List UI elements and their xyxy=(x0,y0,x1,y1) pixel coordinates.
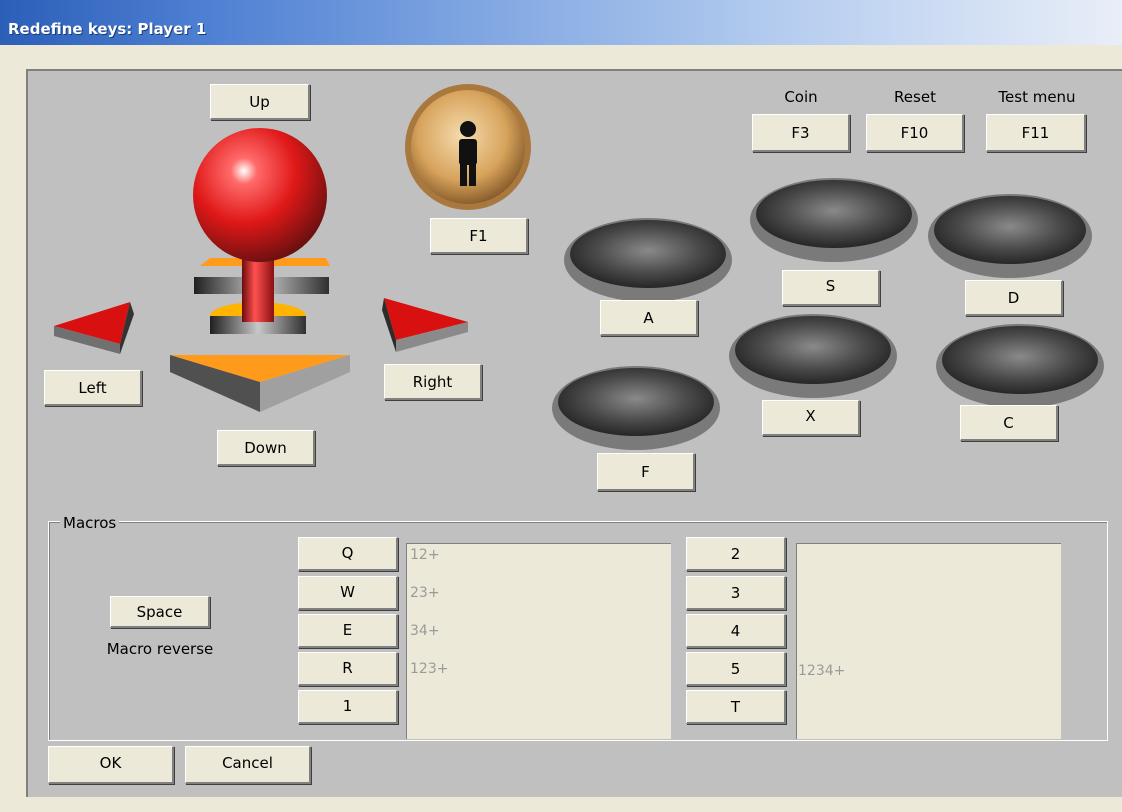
reset-key[interactable]: F10 xyxy=(866,114,964,152)
button-f-key[interactable]: F xyxy=(597,453,695,491)
window-title: Redefine keys: Player 1 xyxy=(8,20,207,38)
macro-key-t[interactable]: T xyxy=(686,690,786,724)
macro-reverse-label: Macro reverse xyxy=(106,640,214,658)
macro-value: 12+ xyxy=(410,547,440,563)
macro-key-e[interactable]: E xyxy=(298,614,398,648)
macro-key-w[interactable]: W xyxy=(298,576,398,610)
macro-text-area-left[interactable] xyxy=(406,543,671,739)
macro-value: 1234+ xyxy=(798,663,846,679)
macro-value: 34+ xyxy=(410,623,440,639)
macro-key-1[interactable]: 1 xyxy=(298,690,398,724)
joystick-icon xyxy=(170,128,350,412)
reset-label: Reset xyxy=(894,88,936,106)
macro-key-r[interactable]: R xyxy=(298,652,398,686)
right-key[interactable]: Right xyxy=(384,364,482,400)
button-d-key[interactable]: D xyxy=(965,280,1063,316)
right-arrow-icon xyxy=(382,298,468,352)
macro-key-4[interactable]: 4 xyxy=(686,614,786,648)
button-s-key[interactable]: S xyxy=(782,270,880,306)
up-key[interactable]: Up xyxy=(210,84,310,120)
cancel-button[interactable]: Cancel xyxy=(185,746,311,784)
macro-text-area-right[interactable] xyxy=(796,543,1061,739)
macro-key-3[interactable]: 3 xyxy=(686,576,786,610)
ok-button[interactable]: OK xyxy=(48,746,174,784)
button-c-key[interactable]: C xyxy=(960,405,1058,441)
start-key[interactable]: F1 xyxy=(430,218,528,254)
down-key[interactable]: Down xyxy=(217,430,315,466)
macro-value: 123+ xyxy=(410,661,449,677)
macro-value: 23+ xyxy=(410,585,440,601)
button-a-key[interactable]: A xyxy=(600,300,698,336)
macro-reverse-key[interactable]: Space xyxy=(110,596,210,628)
test-menu-label: Test menu xyxy=(998,88,1076,106)
left-arrow-icon xyxy=(54,302,134,354)
macro-key-2[interactable]: 2 xyxy=(686,537,786,571)
test-menu-key[interactable]: F11 xyxy=(986,114,1086,152)
player-start-icon xyxy=(405,84,531,210)
coin-label: Coin xyxy=(784,88,818,106)
macros-title: Macros xyxy=(60,513,120,533)
macro-key-5[interactable]: 5 xyxy=(686,652,786,686)
button-x-key[interactable]: X xyxy=(762,400,860,436)
macro-key-q[interactable]: Q xyxy=(298,537,398,571)
coin-key[interactable]: F3 xyxy=(752,114,850,152)
left-key[interactable]: Left xyxy=(44,370,142,406)
title-bar[interactable]: Redefine keys: Player 1 xyxy=(0,0,1122,45)
